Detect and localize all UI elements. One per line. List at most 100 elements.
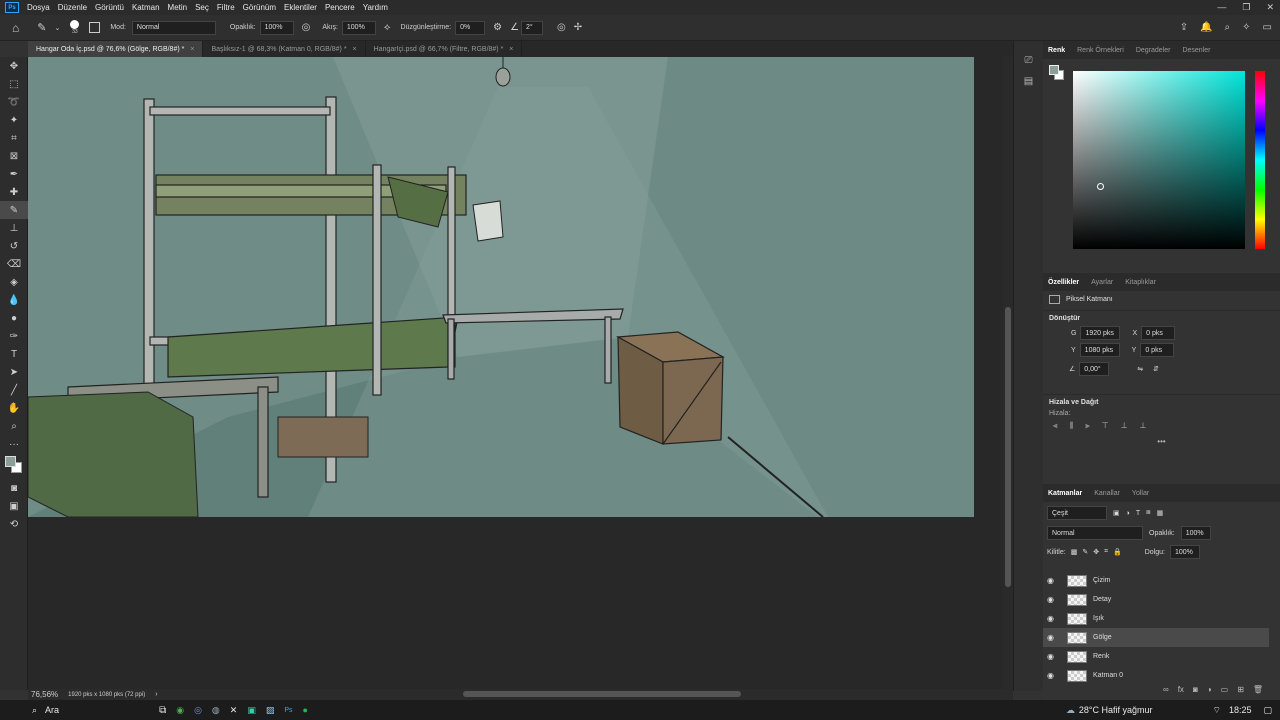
layer-row[interactable]: ◉ Çizim: [1043, 571, 1269, 590]
move-tool-icon[interactable]: ✥: [0, 57, 28, 75]
group-icon[interactable]: ▭: [1221, 685, 1229, 694]
lock-all-icon[interactable]: 🔒: [1113, 548, 1122, 556]
pressure-size-icon[interactable]: ◎: [557, 22, 566, 33]
layer-row[interactable]: ◉ Işık: [1043, 609, 1269, 628]
filter-shape-icon[interactable]: ⧈: [1146, 509, 1150, 517]
frame-tool-icon[interactable]: ⊠: [0, 147, 28, 165]
restore-icon[interactable]: ❐: [1242, 2, 1250, 13]
x-field[interactable]: 0 pks: [1141, 326, 1176, 340]
align-center-icon[interactable]: ⫼: [1070, 421, 1074, 431]
brush-preset-picker[interactable]: 33: [70, 20, 80, 35]
menu-item[interactable]: Eklentiler: [280, 3, 321, 12]
dodge-tool-icon[interactable]: ●: [0, 309, 28, 327]
clock[interactable]: 18:25: [1229, 705, 1252, 715]
filter-adjust-icon[interactable]: ◑: [1126, 510, 1130, 517]
lock-artboard-icon[interactable]: ⌗: [1104, 548, 1108, 556]
workspace-icon[interactable]: ▭: [1263, 22, 1272, 33]
color-picker[interactable]: [1043, 59, 1280, 267]
panel-tab[interactable]: Katmanlar: [1048, 490, 1082, 497]
weather-text[interactable]: 28°C Hafif yağmur: [1079, 705, 1153, 715]
fg-swatch[interactable]: [1049, 65, 1059, 75]
airbrush-icon[interactable]: ⟡: [384, 22, 391, 33]
lasso-tool-icon[interactable]: ➰: [0, 93, 28, 111]
align-bottom-icon[interactable]: ⊥: [1140, 421, 1147, 431]
artwork-canvas[interactable]: [28, 57, 974, 517]
brush-tool-icon[interactable]: ✎: [37, 21, 46, 34]
symmetry-icon[interactable]: ✢: [574, 22, 582, 33]
menu-item[interactable]: Katman: [128, 3, 164, 12]
mask-icon[interactable]: ◙: [1193, 685, 1198, 694]
close-icon[interactable]: ×: [509, 46, 513, 53]
epic-icon[interactable]: ✕: [230, 705, 238, 716]
saturation-field[interactable]: [1073, 71, 1245, 249]
chevron-right-icon[interactable]: ›: [155, 691, 157, 698]
panel-tab[interactable]: Renk: [1048, 47, 1065, 54]
document-tab[interactable]: Hangar Oda İç.psd @ 76,6% (Gölge, RGB/8#…: [28, 41, 204, 57]
align-middle-icon[interactable]: ⊥: [1121, 421, 1128, 431]
crop-tool-icon[interactable]: ⌗: [0, 129, 28, 147]
panel-tab[interactable]: Kitaplıklar: [1125, 279, 1156, 286]
paint-bucket-icon[interactable]: ◈: [0, 273, 28, 291]
color-swatches[interactable]: [0, 453, 27, 479]
photos-icon[interactable]: ▨: [266, 705, 275, 716]
align-right-icon[interactable]: ⫸: [1085, 421, 1090, 431]
layer-row[interactable]: ◉ Katman 0: [1043, 666, 1269, 685]
eye-icon[interactable]: ◉: [1047, 595, 1061, 604]
align-top-icon[interactable]: ⊤: [1102, 421, 1109, 431]
more-tools-icon[interactable]: ···: [0, 435, 28, 453]
layer-row[interactable]: ◉ Renk: [1043, 647, 1269, 666]
menu-item[interactable]: Görünüm: [239, 3, 280, 12]
adjustment-layer-icon[interactable]: ◑: [1207, 685, 1212, 694]
notification-icon[interactable]: 🔔: [1200, 22, 1212, 33]
magic-wand-tool-icon[interactable]: ✦: [0, 111, 28, 129]
panel-tab[interactable]: Özellikler: [1048, 279, 1079, 286]
opacity-field[interactable]: 100%: [259, 20, 294, 35]
eye-icon[interactable]: ◉: [1047, 633, 1061, 642]
eyedropper-tool-icon[interactable]: ✒: [0, 165, 28, 183]
hue-slider[interactable]: [1255, 71, 1265, 249]
filter-smart-icon[interactable]: ▦: [1157, 509, 1164, 517]
search-icon[interactable]: ⌕: [1225, 22, 1231, 33]
blend-mode-select[interactable]: Normal: [1047, 526, 1143, 540]
steam-icon[interactable]: ◍: [212, 705, 220, 716]
healing-tool-icon[interactable]: ✚: [0, 183, 28, 201]
width-field[interactable]: 1920 pks: [1080, 326, 1121, 340]
brush-tool-icon[interactable]: ✎: [0, 201, 28, 219]
document-tab[interactable]: HangarIçi.psd @ 66,7% (Filtre, RGB/8#) *…: [366, 41, 523, 57]
panel-tab[interactable]: Yollar: [1132, 490, 1149, 497]
history-brush-icon[interactable]: ↺: [0, 237, 28, 255]
fx-icon[interactable]: fx: [1178, 685, 1184, 694]
app-icon[interactable]: ▣: [247, 705, 256, 716]
vertical-scrollbar[interactable]: [1003, 57, 1013, 690]
panel-tab[interactable]: Degradeler: [1136, 47, 1171, 54]
discover-icon[interactable]: ✧: [1242, 22, 1250, 33]
zoom-tool-icon[interactable]: ⌕: [0, 417, 28, 435]
taskbar-search[interactable]: Ara: [45, 705, 59, 715]
menu-item[interactable]: Dosya: [23, 3, 54, 12]
pressure-opacity-icon[interactable]: ◎: [302, 22, 311, 33]
menu-item[interactable]: Görüntü: [91, 3, 128, 12]
comments-icon[interactable]: ▤: [1014, 76, 1043, 87]
foreground-color[interactable]: [5, 456, 16, 467]
fill-field[interactable]: 100%: [1169, 545, 1200, 559]
color-cursor[interactable]: [1097, 183, 1104, 190]
lock-transparency-icon[interactable]: ▩: [1071, 548, 1078, 556]
layer-filter-select[interactable]: Çeşit: [1047, 506, 1107, 520]
layer-row[interactable]: ◉ Detay: [1043, 590, 1269, 609]
filter-pixel-icon[interactable]: ▣: [1113, 509, 1120, 517]
flip-horizontal-icon[interactable]: ⇋: [1137, 365, 1143, 373]
search-icon[interactable]: ⌕: [32, 705, 37, 716]
blur-tool-icon[interactable]: 💧: [0, 291, 28, 309]
stamp-tool-icon[interactable]: ⊥: [0, 219, 28, 237]
menu-item[interactable]: Filtre: [213, 3, 239, 12]
eraser-tool-icon[interactable]: ⌫: [0, 255, 28, 273]
marquee-tool-icon[interactable]: ⬚: [0, 75, 28, 93]
history-icon[interactable]: ⎚: [1014, 55, 1043, 66]
align-left-icon[interactable]: ⫷: [1053, 421, 1058, 431]
link-layers-icon[interactable]: ∞: [1163, 685, 1169, 694]
menu-item[interactable]: Seç: [191, 3, 213, 12]
trash-icon[interactable]: 🗑: [1253, 685, 1263, 694]
task-view-icon[interactable]: ⧉: [159, 705, 166, 716]
panel-tab[interactable]: Renk Örnekleri: [1077, 47, 1124, 54]
eye-icon[interactable]: ◉: [1047, 652, 1061, 661]
